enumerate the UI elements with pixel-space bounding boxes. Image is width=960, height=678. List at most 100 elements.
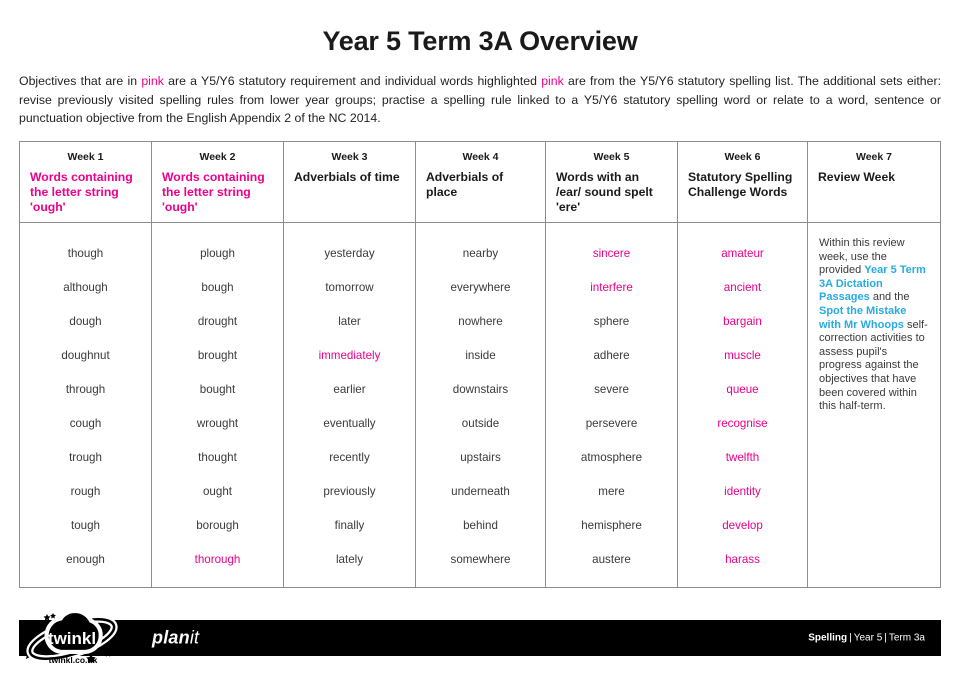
twinkl-wordmark: twinkl — [48, 629, 96, 648]
week-objective-1: Words containing the letter string 'ough… — [30, 170, 133, 215]
table-column-week-1: Week 1 Words containing the letter strin… — [20, 142, 152, 222]
week-label-1: Week 1 — [67, 151, 104, 163]
word-item: queue — [726, 383, 759, 396]
planit-light-part: it — [189, 627, 200, 648]
review-resource-link-2[interactable]: Spot the Mistake with Mr Whoops — [819, 305, 906, 331]
word-item: tough — [70, 519, 100, 532]
table-column-week-7: Week 7 Review Week — [808, 142, 940, 222]
week-label-6: Week 6 — [724, 151, 761, 163]
word-item: later — [338, 315, 361, 328]
table-column-week-4: Week 4 Adverbials of place — [416, 142, 546, 222]
word-item: doughnut — [61, 349, 110, 362]
word-item: downstairs — [452, 383, 509, 396]
word-item: ancient — [723, 281, 762, 294]
intro-paragraph: Objectives that are in pink are a Y5/Y6 … — [19, 72, 941, 128]
review-text-part-2: and the — [869, 291, 910, 304]
page-title: Year 5 Term 3A Overview — [322, 26, 638, 56]
document-page: Year 5 Term 3A Overview Objectives that … — [0, 0, 960, 678]
footer-term: Term 3a — [888, 632, 925, 644]
word-item: underneath — [451, 485, 510, 498]
word-item: bough — [201, 281, 234, 294]
week-label-7: Week 7 — [856, 151, 892, 163]
week-label-2: Week 2 — [199, 151, 236, 163]
word-item: bargain — [723, 315, 762, 328]
table-column-week-5: Week 5 Words with an /ear/ sound spelt '… — [546, 142, 678, 222]
footer-year: Year 5 — [853, 632, 883, 644]
twinkl-url: twinkl.co.uk — [49, 655, 98, 665]
word-item: recognise — [717, 417, 768, 430]
word-item: enough — [66, 553, 105, 566]
word-item: amateur — [721, 247, 764, 260]
word-item: upstairs — [460, 451, 501, 464]
word-list-week-3: yesterday tomorrow later immediately ear… — [284, 223, 416, 587]
intro-pink-word-2: pink — [541, 74, 564, 88]
word-item: behind — [463, 519, 498, 532]
word-item: twelfth — [725, 451, 760, 464]
week-objective-6: Statutory Spelling Challenge Words — [688, 170, 793, 200]
intro-text-part-2: are a Y5/Y6 statutory requirement and in… — [163, 74, 542, 88]
word-item: develop — [722, 519, 763, 532]
review-text-part-3: self-correction activities to assess pup… — [819, 318, 928, 413]
footer-metadata: Spelling | Year 5 | Term 3a — [808, 633, 925, 644]
week-objective-2: Words containing the letter string 'ough… — [162, 170, 265, 215]
table-header-row: Week 1 Words containing the letter strin… — [20, 142, 940, 223]
word-item: ought — [202, 485, 232, 498]
week-objective-3: Adverbials of time — [294, 170, 400, 184]
word-item: interfere — [590, 281, 633, 294]
word-item: thought — [198, 451, 237, 464]
word-item: severe — [594, 383, 629, 396]
word-item: recently — [329, 451, 370, 464]
word-item: nearby — [462, 247, 499, 260]
word-item: atmosphere — [580, 451, 643, 464]
word-list-week-1: though although dough doughnut through c… — [20, 223, 152, 587]
word-item: everywhere — [450, 281, 511, 294]
word-item: adhere — [593, 349, 630, 362]
week-label-3: Week 3 — [331, 151, 368, 163]
planit-wordmark: planit — [152, 628, 199, 649]
review-week-content: Within this review week, use the provide… — [808, 223, 940, 587]
word-item: austere — [592, 553, 631, 566]
word-item: nowhere — [458, 315, 503, 328]
week-objective-7: Review Week — [818, 170, 896, 184]
word-item: rough — [70, 485, 101, 498]
word-item: hemisphere — [581, 519, 642, 532]
word-item: persevere — [585, 417, 638, 430]
word-list-week-6: amateur ancient bargain muscle queue rec… — [678, 223, 808, 587]
word-item: wrought — [196, 417, 239, 430]
word-item: harass — [725, 553, 760, 566]
footer-bar: twinkl twinkl.co.uk planit Spelling | Year… — [18, 609, 941, 665]
word-item: yesterday — [324, 247, 375, 260]
word-item: identity — [724, 485, 761, 498]
intro-pink-word-1: pink — [141, 74, 164, 88]
word-item: trough — [69, 451, 102, 464]
word-item: dough — [69, 315, 102, 328]
word-item: drought — [197, 315, 238, 328]
review-week-paragraph: Within this review week, use the provide… — [808, 223, 940, 424]
word-list-week-5: sincere interfere sphere adhere severe p… — [546, 223, 678, 587]
word-item: somewhere — [450, 553, 511, 566]
week-label-4: Week 4 — [462, 151, 499, 163]
word-item: immediately — [318, 349, 381, 362]
week-label-5: Week 5 — [593, 151, 630, 163]
week-objective-5: Words with an /ear/ sound spelt 'ere' — [556, 170, 653, 215]
word-item: borough — [196, 519, 239, 532]
word-item: tomorrow — [325, 281, 374, 294]
word-item: brought — [197, 349, 238, 362]
word-item: sphere — [593, 315, 630, 328]
word-item: lately — [335, 553, 364, 566]
table-column-week-6: Week 6 Statutory Spelling Challenge Word… — [678, 142, 808, 222]
footer-subject: Spelling — [808, 632, 848, 644]
word-item: outside — [461, 417, 500, 430]
word-item: previously — [323, 485, 376, 498]
word-list-week-4: nearby everywhere nowhere inside downsta… — [416, 223, 546, 587]
word-list-week-2: plough bough drought brought bought wrou… — [152, 223, 284, 587]
table-column-week-2: Week 2 Words containing the letter strin… — [152, 142, 284, 222]
word-item: bought — [199, 383, 236, 396]
table-column-week-3: Week 3 Adverbials of time — [284, 142, 416, 222]
table-body-row: though although dough doughnut through c… — [20, 223, 940, 587]
intro-text-part-1: Objectives that are in — [19, 74, 142, 88]
word-item: cough — [69, 417, 102, 430]
word-item: earlier — [333, 383, 366, 396]
word-item: mere — [598, 485, 625, 498]
word-item: finally — [334, 519, 365, 532]
